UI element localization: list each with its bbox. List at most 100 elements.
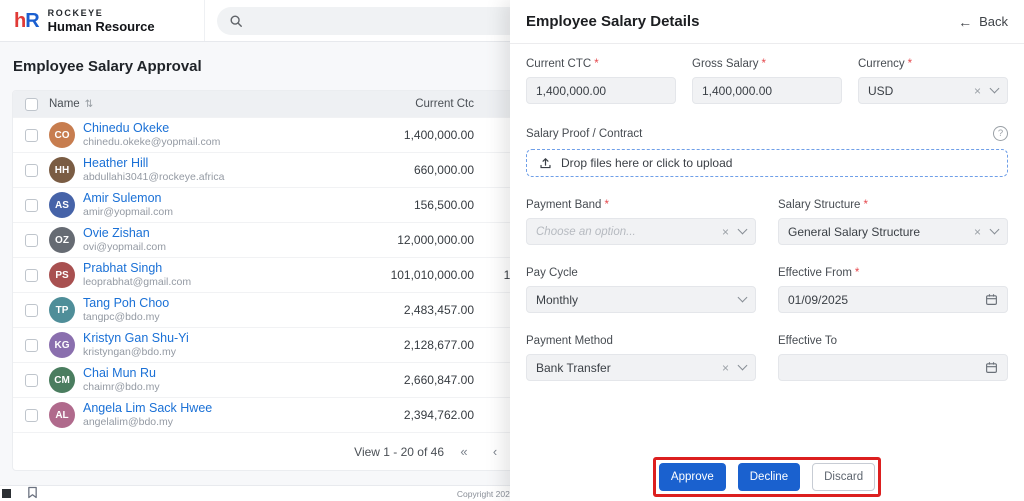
- current-ctc-cell: 101,010,000.00: [390, 268, 474, 282]
- chevron-down-icon: [737, 360, 748, 371]
- row-checkbox[interactable]: [24, 268, 38, 282]
- employee-name-link[interactable]: Ovie Zishan: [83, 226, 166, 242]
- avatar: KG: [49, 332, 75, 358]
- current-ctc-cell: 660,000.00: [413, 163, 474, 177]
- employee-email: chinedu.okeke@yopmail.com: [83, 136, 221, 149]
- current-ctc-cell: 2,394,762.00: [403, 408, 474, 422]
- clear-icon[interactable]: ×: [974, 85, 981, 97]
- calendar-icon[interactable]: [985, 293, 998, 306]
- file-upload-dropzone[interactable]: Drop files here or click to upload: [526, 149, 1008, 177]
- clear-icon[interactable]: ×: [722, 362, 729, 374]
- row-checkbox[interactable]: [24, 303, 38, 317]
- payment-method-select[interactable]: Bank Transfer ×: [526, 354, 756, 381]
- search-icon: [230, 14, 242, 27]
- drawer-title: Employee Salary Details: [526, 13, 700, 30]
- clear-icon[interactable]: ×: [722, 226, 729, 238]
- payment-method-label: Payment Method: [526, 335, 613, 347]
- pagination-summary: View 1 - 20 of 46: [354, 444, 444, 459]
- employee-name-link[interactable]: Chai Mun Ru: [83, 366, 160, 382]
- chevron-down-icon: [989, 83, 1000, 94]
- current-ctc-input[interactable]: 1,400,000.00: [526, 77, 676, 104]
- effective-to-input[interactable]: [778, 354, 1008, 381]
- employee-name-link[interactable]: Prabhat Singh: [83, 261, 191, 277]
- required-asterisk: *: [594, 58, 599, 70]
- chevron-down-icon: [737, 224, 748, 235]
- currency-label: Currency *: [858, 58, 913, 70]
- salary-proof-label: Salary Proof / Contract: [526, 127, 643, 140]
- salary-structure-select[interactable]: General Salary Structure ×: [778, 218, 1008, 245]
- gross-salary-input[interactable]: 1,400,000.00: [692, 77, 842, 104]
- row-checkbox[interactable]: [24, 408, 38, 422]
- brand-name: ROCKEYE: [47, 7, 104, 18]
- chevron-down-icon: [989, 224, 1000, 235]
- avatar: OZ: [49, 227, 75, 253]
- required-asterisk: *: [863, 199, 868, 211]
- pagination-first-button[interactable]: «: [453, 441, 475, 463]
- employee-email: abdullahi3041@rockeye.africa: [83, 171, 225, 184]
- app-logo[interactable]: hR ROCKEYE Human Resource: [0, 0, 204, 41]
- employee-name-link[interactable]: Chinedu Okeke: [83, 121, 220, 137]
- current-ctc-cell: 12,000,000.00: [397, 233, 474, 247]
- payment-band-select[interactable]: Choose an option... ×: [526, 218, 756, 245]
- employee-name-link[interactable]: Heather Hill: [83, 156, 224, 172]
- effective-from-label: Effective From *: [778, 267, 860, 279]
- bookmark-icon[interactable]: [27, 486, 38, 499]
- employee-email: ovi@yopmail.com: [83, 241, 167, 254]
- chevron-down-icon: [737, 292, 748, 303]
- employee-email: tangpc@bdo.my: [83, 311, 160, 324]
- employee-email: angelalim@bdo.my: [83, 416, 174, 429]
- employee-name-link[interactable]: Angela Lim Sack Hwee: [83, 401, 212, 417]
- page-title: Employee Salary Approval: [13, 58, 202, 75]
- column-header-name-label: Name: [49, 98, 80, 110]
- back-button[interactable]: ← Back: [958, 14, 1008, 30]
- avatar: AL: [49, 402, 75, 428]
- currency-select[interactable]: USD ×: [858, 77, 1008, 104]
- approve-button[interactable]: Approve: [658, 463, 726, 491]
- calendar-icon[interactable]: [985, 361, 998, 374]
- current-ctc-label: Current CTC *: [526, 58, 599, 70]
- employee-name-link[interactable]: Kristyn Gan Shu-Yi: [83, 331, 189, 347]
- dropzone-text: Drop files here or click to upload: [561, 156, 733, 170]
- payment-band-placeholder: Choose an option...: [536, 225, 636, 238]
- column-header-current-ctc[interactable]: Current Ctc: [329, 98, 474, 110]
- employee-email: chaimr@bdo.my: [83, 381, 160, 394]
- employee-email: kristyngan@bdo.my: [83, 346, 176, 359]
- row-checkbox[interactable]: [24, 128, 38, 142]
- salary-details-drawer: Employee Salary Details ← Back Current C…: [510, 0, 1024, 501]
- back-button-label: Back: [979, 14, 1008, 29]
- employee-name-link[interactable]: Tang Poh Choo: [83, 296, 169, 312]
- pay-cycle-select[interactable]: Monthly: [526, 286, 756, 313]
- row-checkbox[interactable]: [24, 163, 38, 177]
- effective-from-input[interactable]: 01/09/2025: [778, 286, 1008, 313]
- row-checkbox[interactable]: [24, 233, 38, 247]
- select-all-checkbox[interactable]: [24, 97, 38, 111]
- row-checkbox[interactable]: [24, 373, 38, 387]
- decline-button[interactable]: Decline: [737, 463, 801, 491]
- clear-icon[interactable]: ×: [974, 226, 981, 238]
- avatar: PS: [49, 262, 75, 288]
- row-checkbox[interactable]: [24, 198, 38, 212]
- avatar: CO: [49, 122, 75, 148]
- info-icon[interactable]: ?: [993, 126, 1008, 141]
- employee-email: leoprabhat@gmail.com: [83, 276, 192, 289]
- current-ctc-cell: 2,660,847.00: [403, 373, 474, 387]
- column-header-name[interactable]: Name ⇅: [49, 98, 329, 110]
- employee-name-link[interactable]: Amir Sulemon: [83, 191, 173, 207]
- drawer-body: Current CTC * 1,400,000.00 Gross Salary * …: [510, 44, 1024, 453]
- row-checkbox[interactable]: [24, 338, 38, 352]
- pay-cycle-label: Pay Cycle: [526, 267, 578, 279]
- salary-structure-label: Salary Structure *: [778, 199, 868, 211]
- current-ctc-cell: 2,128,677.00: [403, 338, 474, 352]
- discard-button[interactable]: Discard: [812, 463, 876, 491]
- avatar: HH: [49, 157, 75, 183]
- corner-widget: [2, 489, 11, 498]
- avatar: AS: [49, 192, 75, 218]
- avatar: TP: [49, 297, 75, 323]
- current-ctc-cell: 1,400,000.00: [403, 128, 474, 142]
- rockeye-logo-icon: hR: [14, 9, 40, 32]
- gross-salary-label: Gross Salary *: [692, 58, 766, 70]
- pagination-prev-button[interactable]: ‹: [484, 441, 506, 463]
- current-ctc-cell: 156,500.00: [413, 198, 474, 212]
- payment-band-label: Payment Band *: [526, 199, 609, 211]
- required-asterisk: *: [761, 58, 766, 70]
